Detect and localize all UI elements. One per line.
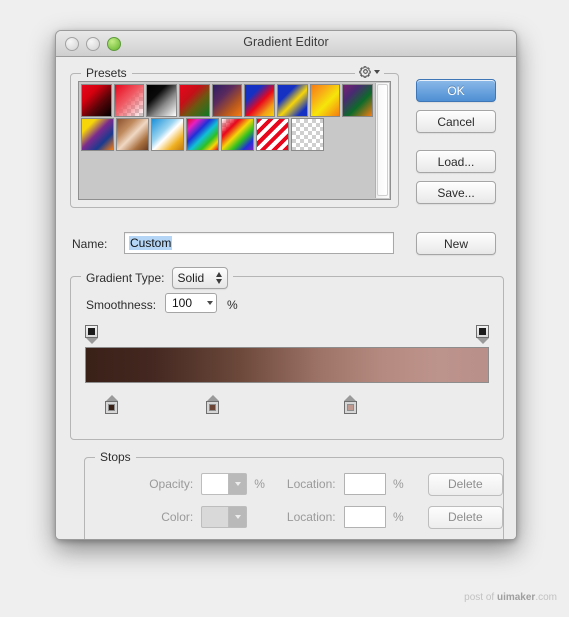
window-title: Gradient Editor xyxy=(243,35,329,49)
name-label: Name: xyxy=(72,237,108,251)
ok-button[interactable]: OK xyxy=(416,79,496,102)
preset-swatch-blue-red-yellow[interactable] xyxy=(244,84,276,117)
opacity-value xyxy=(202,474,228,494)
opacity-dropdown-button[interactable] xyxy=(228,474,247,494)
color-stop-2[interactable] xyxy=(206,395,220,415)
smoothness-unit: % xyxy=(227,298,238,312)
name-input-value: Custom xyxy=(129,236,173,250)
watermark-suffix: .com xyxy=(535,592,557,603)
preset-swatch-violet-green-orange[interactable] xyxy=(342,84,374,117)
gradient-type-group: Gradient Type: Solid Smoothness: 100 % xyxy=(70,267,504,440)
color-dropdown-button[interactable] xyxy=(228,507,247,527)
opacity-stop-row: Opacity: % Location: % Delete xyxy=(85,472,503,496)
watermark-prefix: post of xyxy=(464,592,497,603)
preset-swatch-orange-yellow-orange[interactable] xyxy=(309,84,341,117)
window-titlebar[interactable]: Gradient Editor xyxy=(56,31,516,57)
presets-group: Presets xyxy=(70,65,399,208)
preset-swatch-transparent-stripes[interactable] xyxy=(291,118,324,151)
preset-swatch-red-to-transparent[interactable] xyxy=(113,84,145,117)
gradient-type-label: Gradient Type: xyxy=(86,271,165,285)
save-button[interactable]: Save... xyxy=(416,181,496,204)
chevron-down-icon xyxy=(234,482,241,486)
gradient-type-header: Gradient Type: Solid xyxy=(81,267,234,289)
presets-row-1 xyxy=(81,84,375,118)
name-input[interactable]: Custom xyxy=(124,232,394,254)
gear-icon xyxy=(359,66,371,78)
opacity-location-input[interactable] xyxy=(343,473,386,495)
color-stop-1[interactable] xyxy=(105,395,119,415)
gradient-strip xyxy=(85,325,489,415)
presets-row-2 xyxy=(81,118,375,152)
presets-scrollbar-thumb[interactable] xyxy=(377,84,388,197)
stops-legend: Stops xyxy=(95,450,136,464)
stops-group: Stops Opacity: % Location: % Delete Colo… xyxy=(84,450,504,539)
preset-swatch-red-green[interactable] xyxy=(179,84,210,117)
presets-gear-menu-button[interactable] xyxy=(355,65,384,78)
gradient-editor-window: Gradient Editor Presets OK Cancel Load..… xyxy=(55,30,517,540)
smoothness-value: 100 xyxy=(172,296,193,310)
chevron-down-icon xyxy=(374,69,380,74)
color-location-unit: % xyxy=(392,510,404,524)
color-location-label: Location: xyxy=(286,510,336,524)
color-value xyxy=(202,507,228,527)
preset-swatch-spectrum[interactable] xyxy=(186,118,219,151)
color-location-input[interactable] xyxy=(343,506,386,528)
watermark: post of uimaker.com xyxy=(464,592,557,603)
preset-swatch-red-white-stripes[interactable] xyxy=(256,118,289,151)
preset-swatch-yellow-violet-orange[interactable] xyxy=(81,118,114,151)
watermark-brand: uimaker xyxy=(496,592,536,603)
color-swatch-input[interactable] xyxy=(201,506,248,528)
chevron-down-icon xyxy=(207,301,213,305)
new-button[interactable]: New xyxy=(416,232,496,255)
color-stop-3[interactable] xyxy=(343,395,357,415)
preset-swatch-violet-orange[interactable] xyxy=(211,84,243,117)
load-button[interactable]: Load... xyxy=(416,150,496,173)
gradient-preview-bar[interactable] xyxy=(85,347,489,383)
gradient-type-value: Solid xyxy=(177,271,205,285)
opacity-location-unit: % xyxy=(392,477,404,491)
opacity-delete-button[interactable]: Delete xyxy=(427,472,503,496)
presets-swatch-grid xyxy=(81,84,375,197)
smoothness-select[interactable]: 100 xyxy=(165,293,217,313)
opacity-stop-left[interactable] xyxy=(85,325,98,345)
presets-scrollbar[interactable] xyxy=(375,83,389,198)
opacity-stop-right[interactable] xyxy=(476,325,489,345)
preset-swatch-transparent-rainbow[interactable] xyxy=(221,118,254,151)
preset-swatch-blue-yellow-blue[interactable] xyxy=(277,84,308,117)
opacity-label: Opacity: xyxy=(149,477,194,491)
color-stop-row: Color: % Location: % Delete xyxy=(85,505,503,529)
preset-swatch-black-to-white[interactable] xyxy=(146,84,178,117)
color-delete-button[interactable]: Delete xyxy=(427,505,503,529)
stepper-arrows-icon xyxy=(216,272,223,284)
opacity-input[interactable] xyxy=(201,473,248,495)
preset-swatch-red-to-black[interactable] xyxy=(81,84,112,117)
opacity-unit: % xyxy=(254,477,265,491)
presets-panel[interactable] xyxy=(78,81,391,200)
gradient-type-select[interactable]: Solid xyxy=(171,267,229,289)
presets-legend: Presets xyxy=(81,66,132,80)
dialog-content: Presets OK Cancel Load... Save... New Na… xyxy=(56,57,516,539)
opacity-location-label: Location: xyxy=(286,477,336,491)
preset-swatch-copper[interactable] xyxy=(116,118,149,151)
color-label: Color: xyxy=(161,510,194,524)
cancel-button[interactable]: Cancel xyxy=(416,110,496,133)
smoothness-label: Smoothness: xyxy=(86,298,157,312)
chevron-down-icon xyxy=(234,515,241,519)
preset-swatch-blue-white-orange[interactable] xyxy=(151,118,184,151)
